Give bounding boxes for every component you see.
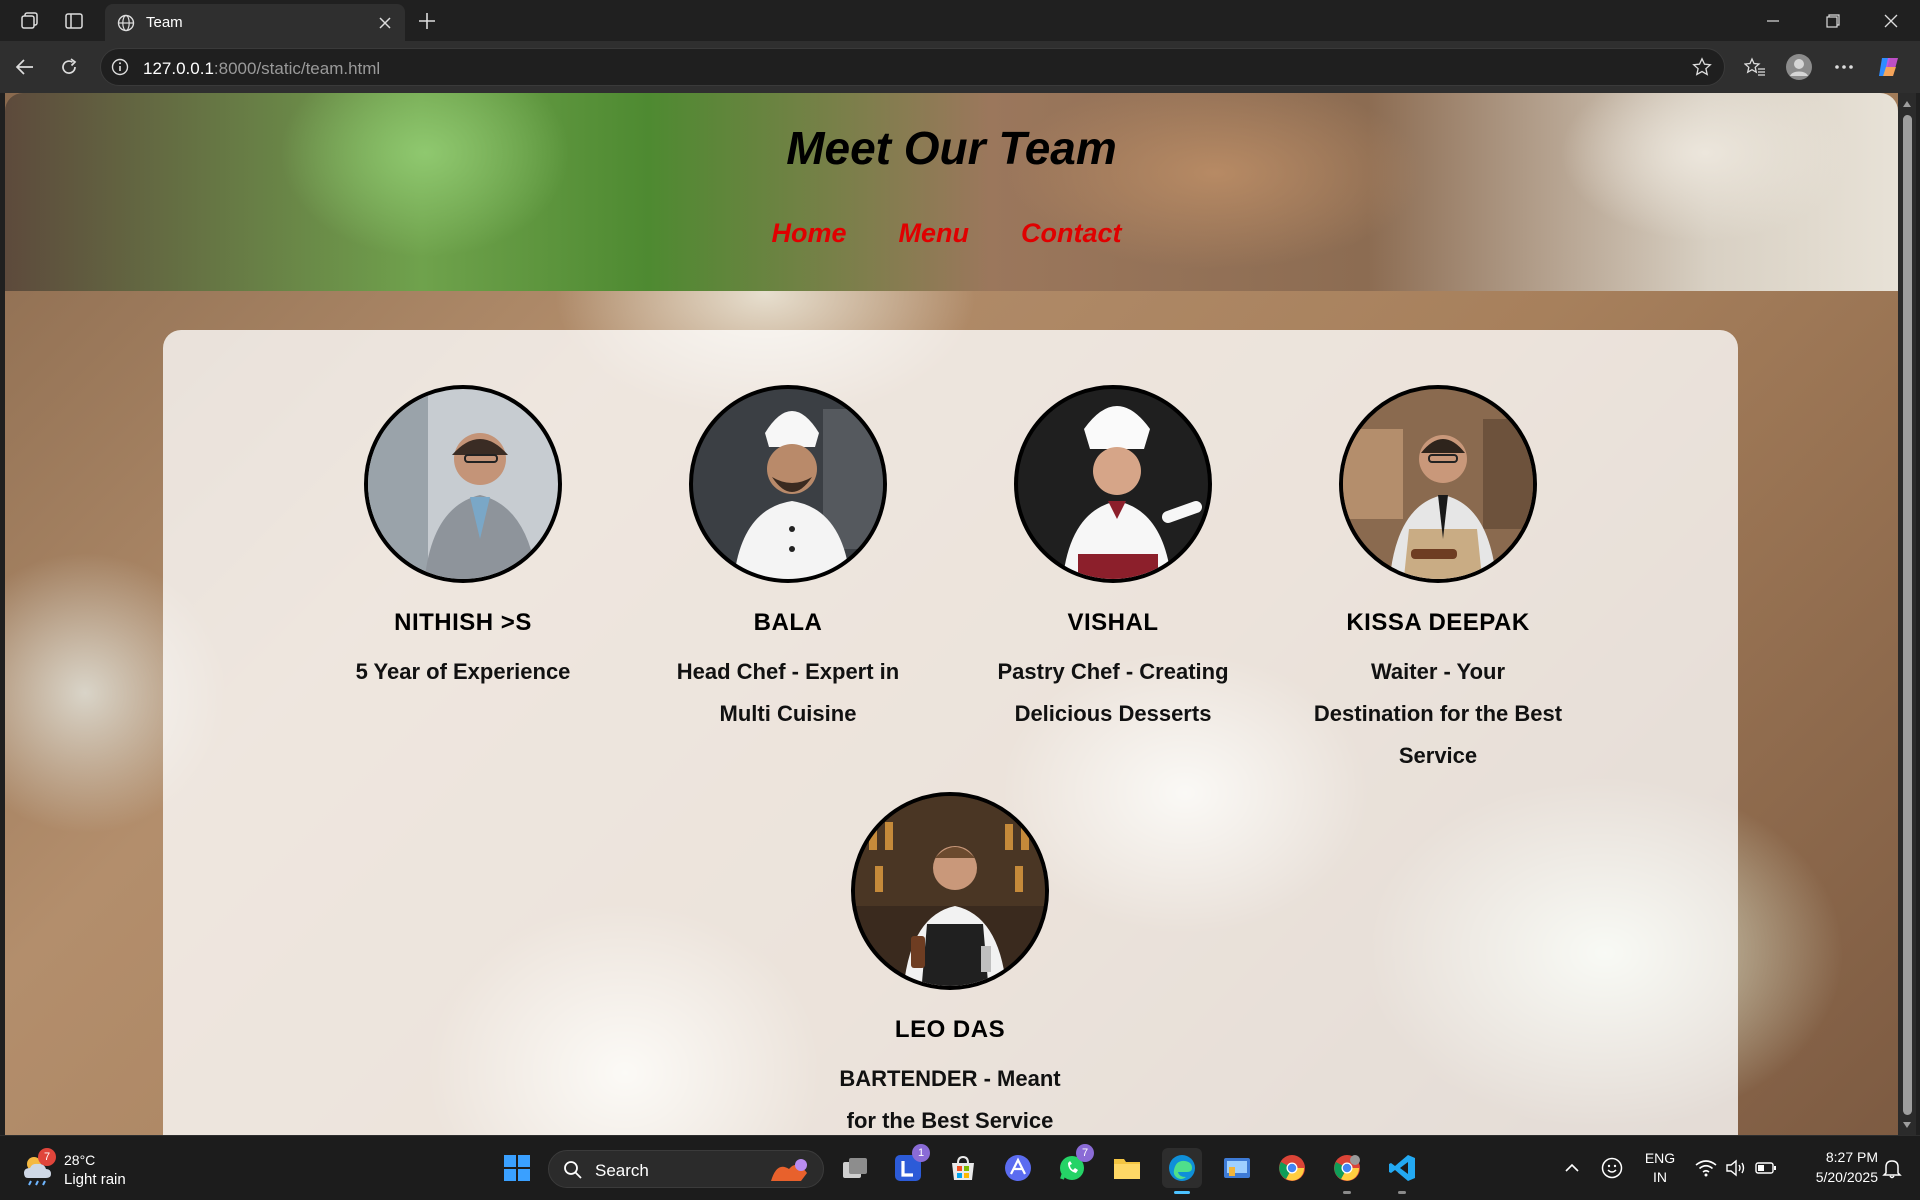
minimize-icon[interactable]: [1745, 0, 1801, 41]
workspaces-icon[interactable]: [12, 6, 48, 36]
volume-icon: [1726, 1159, 1745, 1177]
tab-team[interactable]: Team: [105, 4, 405, 41]
task-view-icon[interactable]: [835, 1148, 875, 1188]
windows-taskbar: 7 28°C Light rain Search 1 7 ENG IN 8:27…: [0, 1135, 1920, 1200]
scroll-down-icon[interactable]: [1902, 1120, 1912, 1130]
clock[interactable]: 8:27 PM 5/20/2025: [1788, 1149, 1878, 1189]
team-member-role: BARTENDER - Meant for the Best Service: [839, 1066, 1061, 1133]
search-label: Search: [595, 1161, 649, 1180]
chrome-profile-icon[interactable]: [1327, 1148, 1367, 1194]
vscode-icon[interactable]: [1382, 1148, 1422, 1194]
main-nav: Home Menu Contact: [5, 218, 1898, 249]
team-member-name: NITHISH >S: [394, 609, 532, 636]
team-member-role: Waiter - Your Destination for the Best S…: [1313, 659, 1563, 768]
site-info-icon[interactable]: [111, 58, 129, 81]
url-host: 127.0.0.1: [143, 59, 214, 78]
favorites-icon[interactable]: [1738, 50, 1772, 84]
team-member-photo: [1339, 385, 1537, 583]
language-code: ENG: [1644, 1150, 1676, 1166]
scroll-thumb[interactable]: [1903, 115, 1912, 1115]
browser-titlebar: Team: [0, 0, 1920, 41]
url-text[interactable]: 127.0.0.1:8000/static/team.html: [143, 59, 380, 79]
nav-home-link[interactable]: Home: [771, 218, 846, 249]
team-member-photo: [851, 792, 1049, 990]
team-member: KISSA DEEPAK Waiter - Your Destination f…: [1288, 385, 1588, 777]
system-status-group[interactable]: [1686, 1148, 1786, 1188]
close-tab-icon[interactable]: [373, 11, 397, 35]
new-tab-icon[interactable]: [412, 6, 442, 36]
app-l-icon[interactable]: 1: [888, 1144, 930, 1188]
weather-badge: 7: [38, 1148, 56, 1166]
nav-menu-link[interactable]: Menu: [899, 218, 970, 249]
page-header: Meet Our Team Home Menu Contact: [5, 93, 1898, 291]
back-icon[interactable]: [8, 50, 42, 84]
restore-icon[interactable]: [1805, 0, 1861, 41]
page-title: Meet Our Team: [786, 122, 1117, 174]
running-app-indicator: [1343, 1191, 1351, 1194]
close-window-icon[interactable]: [1863, 0, 1919, 41]
wifi-icon: [1695, 1160, 1717, 1177]
more-options-icon[interactable]: [1827, 50, 1861, 84]
team-member: NITHISH >S 5 Year of Experience: [313, 385, 613, 693]
favorite-star-icon[interactable]: [1692, 57, 1712, 82]
clock-date: 5/20/2025: [1815, 1169, 1878, 1185]
edge-browser-icon[interactable]: [1162, 1148, 1202, 1194]
weather-description: Light rain: [64, 1171, 126, 1188]
profile-icon[interactable]: [1782, 50, 1816, 84]
notification-bell-icon[interactable]: [1874, 1148, 1910, 1188]
clock-time: 8:27 PM: [1825, 1149, 1878, 1165]
file-explorer-icon[interactable]: [1107, 1148, 1147, 1188]
tab-title: Team: [146, 14, 183, 31]
browser-toolbar: 127.0.0.1:8000/static/team.html: [0, 41, 1920, 93]
search-highlight-icon: [771, 1159, 807, 1181]
team-member-role: 5 Year of Experience: [355, 659, 571, 684]
search-icon: [564, 1161, 582, 1179]
page-viewport: Meet Our Team Home Menu Contact NITHISH …: [5, 93, 1898, 1135]
microsoft-store-icon[interactable]: [943, 1148, 983, 1188]
scroll-up-icon[interactable]: [1902, 99, 1912, 109]
team-member-name: KISSA DEEPAK: [1346, 609, 1530, 636]
whatsapp-icon[interactable]: 7: [1052, 1144, 1094, 1188]
windows-logo-icon: [504, 1155, 530, 1181]
team-member-photo: [1014, 385, 1212, 583]
tab-actions-icon[interactable]: [56, 6, 92, 36]
language-region: IN: [1653, 1169, 1667, 1185]
running-app-indicator: [1398, 1191, 1406, 1194]
team-member-name: VISHAL: [1067, 609, 1159, 636]
page-scrollbar[interactable]: [1898, 93, 1916, 1135]
team-member-role: Head Chef - Expert in Multi Cuisine: [676, 659, 900, 726]
emoji-icon[interactable]: [1592, 1148, 1632, 1188]
weather-temperature: 28°C: [64, 1152, 96, 1168]
address-bar[interactable]: 127.0.0.1:8000/static/team.html: [100, 48, 1725, 86]
control-panel-icon[interactable]: [1217, 1148, 1257, 1188]
refresh-icon[interactable]: [52, 50, 86, 84]
chrome-icon[interactable]: [1272, 1148, 1312, 1188]
whatsapp-badge: 7: [1076, 1144, 1094, 1162]
nav-contact-link[interactable]: Contact: [1021, 218, 1122, 249]
active-app-indicator: [1174, 1191, 1190, 1194]
vpn-app-icon[interactable]: [998, 1148, 1038, 1188]
start-button[interactable]: [497, 1148, 537, 1188]
team-member: BALA Head Chef - Expert in Multi Cuisine: [638, 385, 938, 735]
globe-icon: [117, 14, 135, 37]
copilot-icon[interactable]: [1872, 50, 1906, 84]
team-member-photo: [364, 385, 562, 583]
weather-widget[interactable]: 7 28°C Light rain: [20, 1146, 140, 1192]
battery-icon: [1755, 1162, 1776, 1174]
url-path: :8000/static/team.html: [213, 59, 381, 78]
team-member: VISHAL Pastry Chef - Creating Delicious …: [963, 385, 1263, 735]
team-card: NITHISH >S 5 Year of Experience BALA Hea…: [163, 330, 1738, 1135]
team-member-name: LEO DAS: [894, 1016, 1006, 1043]
team-member: LEO DAS BARTENDER - Meant for the Best S…: [800, 792, 1100, 1135]
language-indicator[interactable]: ENG IN: [1642, 1150, 1678, 1190]
team-member-name: BALA: [753, 609, 823, 636]
taskbar-search[interactable]: Search: [548, 1150, 824, 1188]
team-member-photo: [689, 385, 887, 583]
app-l-badge: 1: [912, 1144, 930, 1162]
team-member-role: Pastry Chef - Creating Delicious Dessert…: [997, 659, 1229, 726]
chevron-up-icon[interactable]: [1552, 1148, 1592, 1188]
